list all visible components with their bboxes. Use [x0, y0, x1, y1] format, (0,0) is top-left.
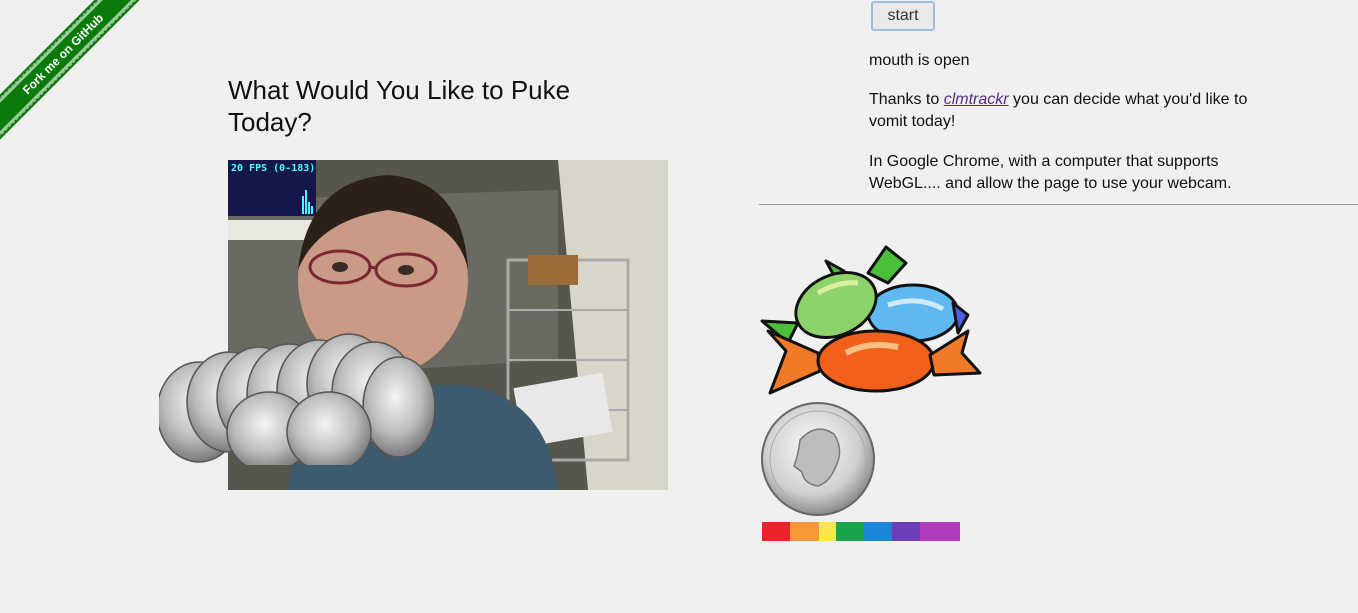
status-text: mouth is open [869, 52, 970, 69]
fps-meter: 20 FPS (0-183) [228, 160, 316, 216]
coin-vomit-overlay [159, 333, 436, 465]
requirements-paragraph: In Google Chrome, with a computer that s… [869, 153, 1232, 192]
quarter-coin-option[interactable] [758, 400, 878, 518]
rainbow-stripe-red [762, 522, 791, 541]
rainbow-stripe-orange [790, 522, 819, 541]
credit-text-before: Thanks to [869, 91, 944, 108]
clmtrackr-link[interactable]: clmtrackr [944, 91, 1009, 108]
rainbow-stripe-indigo [892, 522, 921, 541]
rainbow-stripe-violet [920, 522, 960, 541]
fps-label: 20 FPS (0-183) [231, 163, 316, 174]
start-button[interactable]: start [871, 1, 935, 31]
fork-on-github-ribbon[interactable]: Fork me on GitHub [0, 0, 140, 139]
credit-paragraph: Thanks to clmtrackr you can decide what … [869, 89, 1279, 133]
section-divider [759, 204, 1358, 205]
fps-graph [302, 190, 313, 214]
page-title: What Would You Like to Puke Today? [228, 75, 571, 137]
github-ribbon-container: Fork me on GitHub [0, 0, 140, 140]
candy-option[interactable] [758, 243, 982, 397]
rainbow-stripe-green [835, 522, 864, 541]
rainbow-option[interactable] [762, 522, 960, 541]
rainbow-stripe-blue [863, 522, 893, 541]
rainbow-stripe-yellow [818, 522, 836, 541]
